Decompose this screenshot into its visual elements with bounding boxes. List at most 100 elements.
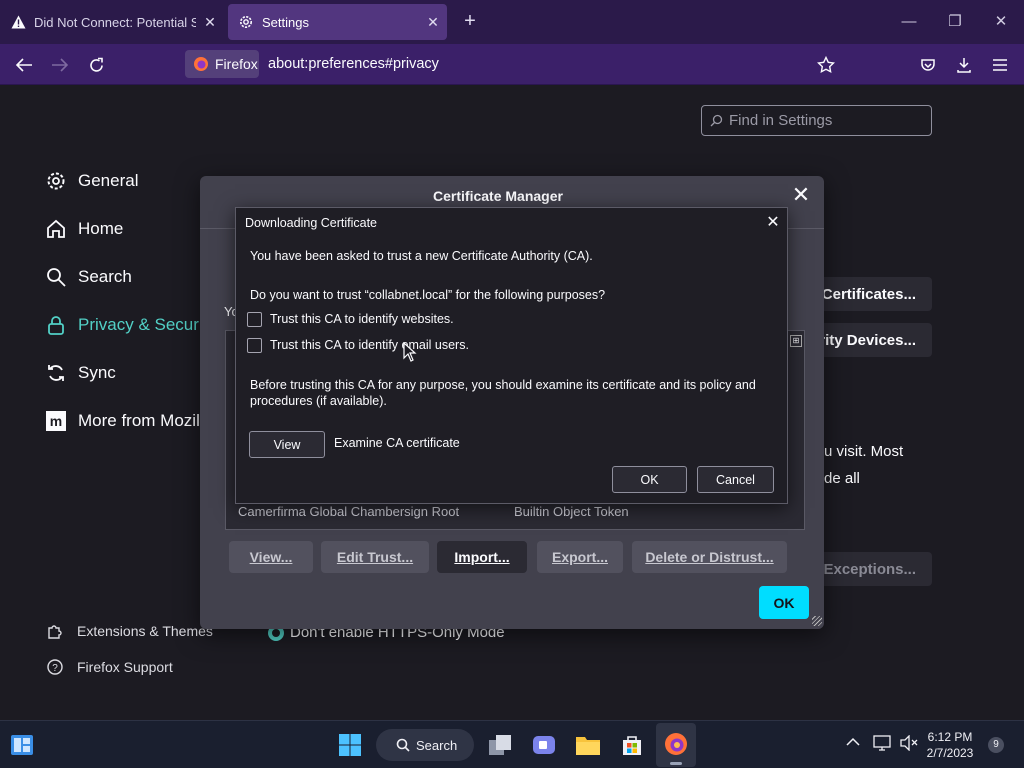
category-sync[interactable]: Sync <box>44 357 116 389</box>
help-icon: ? <box>46 658 64 676</box>
identity-box[interactable]: Firefox <box>185 50 259 78</box>
firefox-logo-icon <box>664 732 688 756</box>
volume-muted-icon[interactable] <box>900 735 918 751</box>
bookmark-star-icon[interactable] <box>814 53 838 77</box>
category-general[interactable]: General <box>44 165 138 197</box>
trust-websites-checkbox[interactable] <box>247 311 262 327</box>
tab-did-not-connect[interactable]: Did Not Connect: Potential Security Issu… <box>0 4 224 40</box>
downloads-icon[interactable] <box>952 53 976 77</box>
search-icon <box>710 114 723 127</box>
reload-icon[interactable] <box>84 53 108 77</box>
extensions-themes-link[interactable]: Extensions & Themes <box>46 622 213 640</box>
close-icon[interactable]: ✕ <box>789 184 813 208</box>
category-label: General <box>78 171 139 190</box>
navigation-bar: Firefox about:preferences#privacy <box>0 44 1024 85</box>
firefox-logo-icon <box>193 56 209 72</box>
tab-close-icon[interactable]: ✕ <box>419 14 447 31</box>
file-explorer-icon[interactable] <box>574 731 602 759</box>
gear-icon <box>238 14 254 30</box>
ok-button[interactable]: OK <box>759 586 809 619</box>
minimize-icon[interactable]: — <box>896 10 922 34</box>
category-label: More from Mozilla <box>78 411 214 430</box>
warning-icon <box>10 14 26 30</box>
clock-time: 6:12 PM <box>927 730 973 744</box>
export-button[interactable]: Export... <box>537 541 623 573</box>
tab-close-icon[interactable]: ✕ <box>196 14 224 31</box>
ok-button[interactable]: OK <box>612 466 687 493</box>
tab-settings[interactable]: Settings ✕ <box>228 4 447 40</box>
search-icon <box>396 738 410 752</box>
category-search[interactable]: Search <box>44 261 132 293</box>
network-icon[interactable] <box>873 735 891 751</box>
clock-date: 2/7/2023 <box>926 746 974 760</box>
https-description-line: de all <box>824 470 860 487</box>
warning-text: Before trusting this CA for any purpose,… <box>250 378 756 408</box>
search-icon <box>44 265 68 289</box>
lock-icon <box>44 313 68 337</box>
chevron-up-icon[interactable] <box>846 737 860 747</box>
clock[interactable]: 6:12 PM 2/7/2023 <box>920 729 980 761</box>
downloading-certificate-dialog: Downloading Certificate ✕ You have been … <box>235 207 788 504</box>
svg-text:?: ? <box>52 663 58 674</box>
taskbar-search-label: Search <box>416 737 458 753</box>
firefox-taskbar-button[interactable] <box>656 723 696 767</box>
microsoft-store-icon[interactable] <box>618 731 646 759</box>
home-icon <box>44 217 68 241</box>
import-button[interactable]: Import... <box>437 541 527 573</box>
cancel-button[interactable]: Cancel <box>697 466 774 493</box>
forward-icon[interactable] <box>48 53 72 77</box>
menu-icon[interactable] <box>988 53 1012 77</box>
footer-label: Extensions & Themes <box>77 623 213 639</box>
teams-chat-icon[interactable] <box>530 731 558 759</box>
active-indicator <box>670 762 682 765</box>
trust-websites-option[interactable]: Trust this CA to identify websites. <box>247 311 454 327</box>
restore-icon[interactable]: ❐ <box>942 10 968 34</box>
view-certificate-button[interactable]: View <box>249 431 325 458</box>
taskbar-search-button[interactable]: Search <box>376 729 474 761</box>
certificate-row-name[interactable]: Camerfirma Global Chambersign Root <box>238 504 459 519</box>
puzzle-icon <box>46 622 64 640</box>
question-text: Do you want to trust “collabnet.local” f… <box>250 288 606 302</box>
edit-trust-button[interactable]: Edit Trust... <box>321 541 429 573</box>
sync-icon <box>44 361 68 385</box>
tab-label: Settings <box>262 14 309 30</box>
examine-label: Examine CA certificate <box>334 436 460 450</box>
delete-or-distrust-button[interactable]: Delete or Distrust... <box>632 541 787 573</box>
task-view-icon[interactable] <box>486 731 514 759</box>
category-label: Home <box>78 219 124 238</box>
taskbar: Search 6:12 PM 2/7/2023 9 <box>0 720 1024 768</box>
category-label: Sync <box>78 363 116 382</box>
find-in-settings-input[interactable]: Find in Settings <box>701 105 932 136</box>
mouse-cursor-icon <box>403 342 417 362</box>
option-label: Trust this CA to identify email users. <box>270 338 469 352</box>
widgets-icon[interactable] <box>8 731 36 759</box>
column-picker-icon[interactable]: ⊞ <box>790 335 802 347</box>
category-label: Privacy & Security <box>78 315 216 334</box>
url-field[interactable]: about:preferences#privacy <box>268 56 439 72</box>
resize-grip-icon[interactable] <box>812 616 822 626</box>
https-description-line: u visit. Most <box>824 443 904 460</box>
new-tab-button[interactable]: + <box>458 10 482 34</box>
footer-label: Firefox Support <box>77 659 173 675</box>
pocket-icon[interactable] <box>916 53 940 77</box>
close-icon[interactable]: ✕ <box>762 212 784 234</box>
svg-text:m: m <box>50 413 62 429</box>
firefox-support-link[interactable]: ? Firefox Support <box>46 658 173 676</box>
tab-label: Did Not Connect: Potential Security Issu… <box>34 14 196 30</box>
view-button[interactable]: View... <box>229 541 313 573</box>
gear-icon <box>44 169 68 193</box>
certificate-manager-title: Certificate Manager <box>433 188 563 204</box>
notification-badge[interactable]: 9 <box>988 737 1004 753</box>
category-home[interactable]: Home <box>44 213 123 245</box>
category-more-from-mozilla[interactable]: m More from Mozilla <box>44 405 213 437</box>
identity-label: Firefox <box>215 56 258 72</box>
dialog-title: Downloading Certificate <box>245 216 378 230</box>
category-privacy-security[interactable]: Privacy & Security <box>44 309 216 341</box>
back-icon[interactable] <box>12 53 36 77</box>
trust-email-option[interactable]: Trust this CA to identify email users. <box>247 337 469 353</box>
start-icon[interactable] <box>336 731 364 759</box>
find-placeholder: Find in Settings <box>729 112 833 129</box>
window-close-icon[interactable]: ✕ <box>988 10 1014 34</box>
tab-strip: Did Not Connect: Potential Security Issu… <box>0 0 1024 44</box>
trust-email-checkbox[interactable] <box>247 337 262 353</box>
